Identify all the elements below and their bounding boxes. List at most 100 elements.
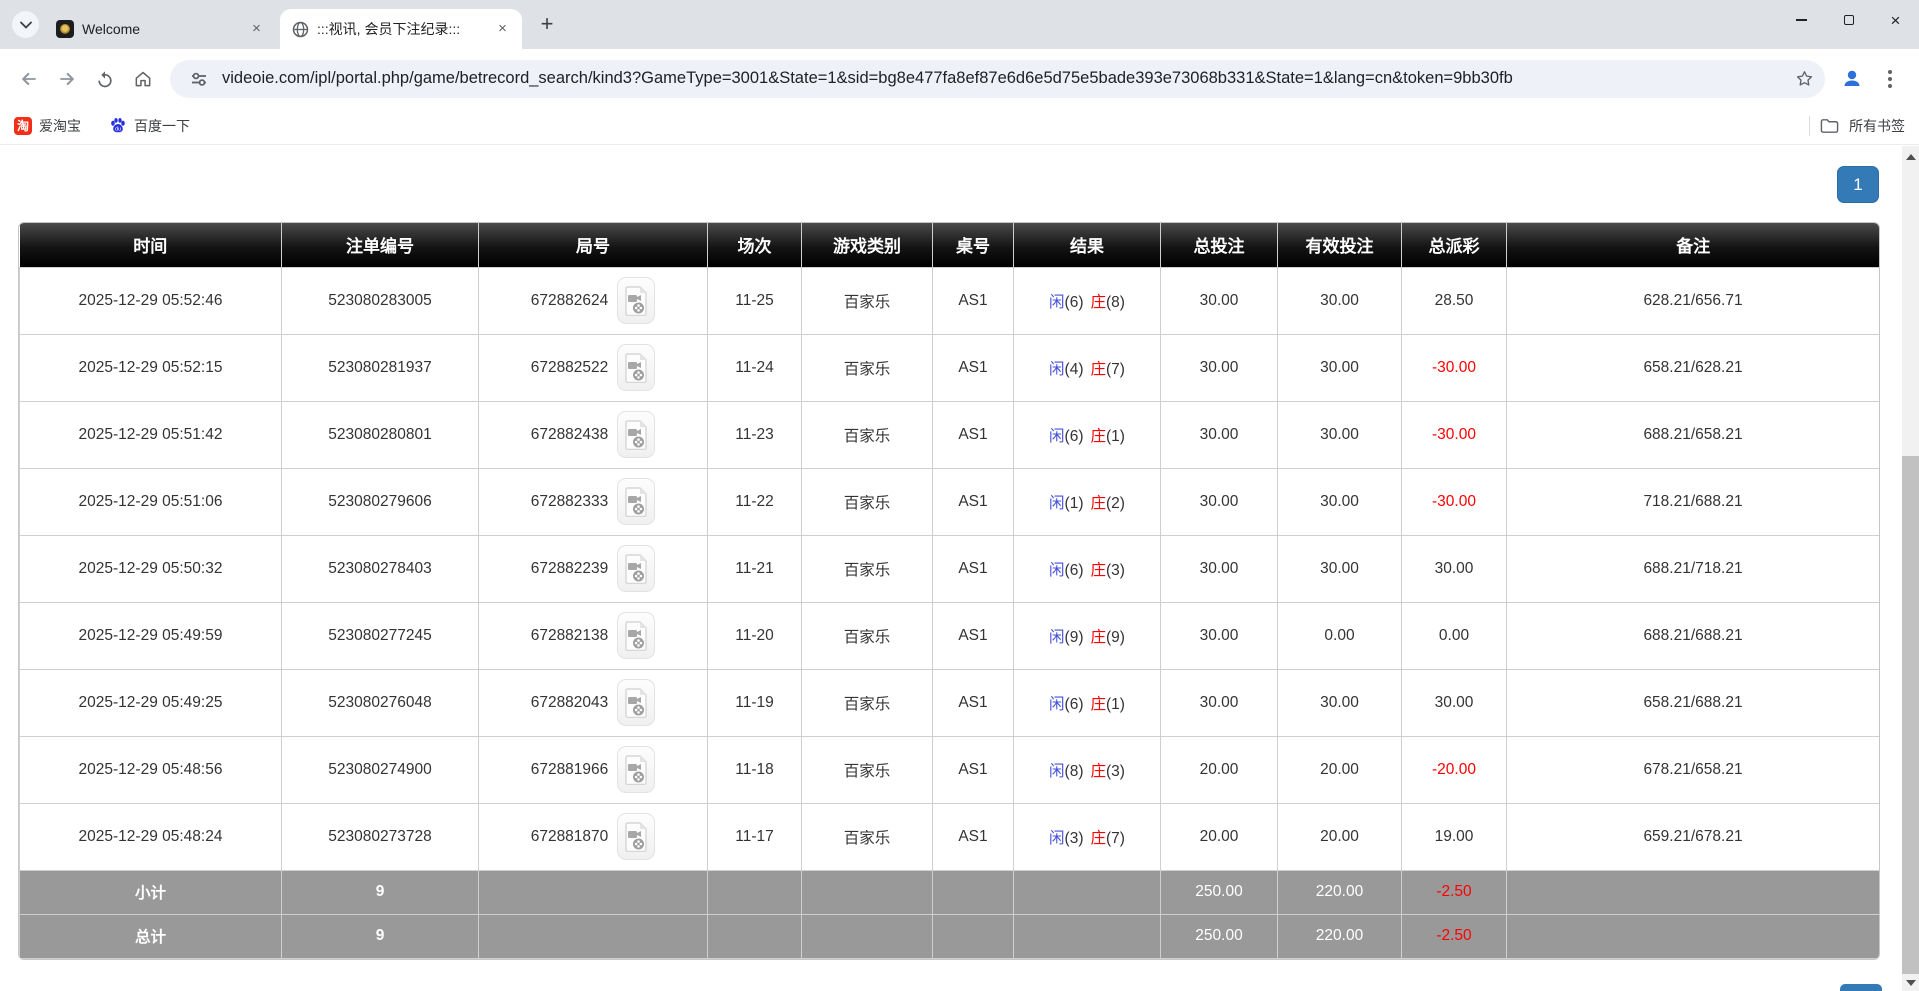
forward-button[interactable]	[48, 60, 86, 98]
session-number: 11-24	[708, 334, 802, 401]
reload-button[interactable]	[86, 60, 124, 98]
valid-bet: 30.00	[1278, 401, 1402, 468]
table-number: AS1	[933, 669, 1014, 736]
scrollbar-thumb[interactable]	[1902, 456, 1919, 974]
minimize-icon	[1796, 19, 1807, 21]
remark: 658.21/688.21	[1507, 669, 1880, 736]
new-tab-button[interactable]: +	[534, 12, 560, 38]
result-banker-points: (7)	[1106, 830, 1125, 847]
table-summary: 小计 9 250.00 220.00 -2.50 总计 9	[20, 870, 1880, 958]
tab-title: Welcome	[82, 21, 239, 37]
minimize-button[interactable]	[1778, 0, 1825, 40]
result-player-points: (6)	[1065, 696, 1084, 713]
video-replay-button[interactable]	[617, 612, 655, 659]
total-bet: 30.00	[1161, 602, 1278, 669]
url-text[interactable]: videoie.com/ipl/portal.php/game/betrecor…	[222, 69, 1779, 88]
video-replay-button[interactable]	[617, 411, 655, 458]
result-player-points: (6)	[1065, 428, 1084, 445]
result-player-points: (9)	[1065, 629, 1084, 646]
tab-betrecord[interactable]: :::视讯, 会员下注纪录::: ×	[280, 9, 522, 49]
payout: -30.00	[1402, 468, 1507, 535]
result-banker: 庄	[1091, 562, 1107, 579]
result-cell: 闲(9)庄(9)	[1014, 602, 1161, 669]
bookmarks-right: 所有书签	[1809, 116, 1905, 136]
vertical-scrollbar[interactable]	[1902, 146, 1919, 991]
home-button[interactable]	[124, 60, 162, 98]
back-button[interactable]	[10, 60, 48, 98]
session-number: 11-25	[708, 267, 802, 334]
video-replay-button[interactable]	[617, 813, 655, 860]
game-type: 百家乐	[802, 267, 933, 334]
tab-strip: Welcome × :::视讯, 会员下注纪录::: × + ×	[0, 0, 1919, 49]
round-cell: 672882138	[479, 602, 708, 669]
result-cell: 闲(1)庄(2)	[1014, 468, 1161, 535]
payout: -30.00	[1402, 334, 1507, 401]
site-settings-button[interactable]	[184, 64, 214, 94]
close-window-button[interactable]: ×	[1872, 0, 1919, 40]
tab-title: :::视讯, 会员下注纪录:::	[317, 19, 485, 39]
total-bet: 30.00	[1161, 468, 1278, 535]
bet-time: 2025-12-29 05:51:06	[20, 468, 282, 535]
tab-search-button[interactable]	[12, 11, 39, 38]
session-number: 11-18	[708, 736, 802, 803]
video-replay-button[interactable]	[617, 277, 655, 324]
total-bet: 30.00	[1161, 334, 1278, 401]
scroll-up-button[interactable]	[1902, 148, 1919, 165]
video-replay-button[interactable]	[617, 478, 655, 525]
column-header: 游戏类别	[802, 223, 933, 267]
round-number: 672882624	[531, 292, 609, 310]
round-cell: 672882522	[479, 334, 708, 401]
video-replay-button[interactable]	[617, 679, 655, 726]
session-number: 11-23	[708, 401, 802, 468]
video-file-icon	[624, 487, 648, 517]
valid-bet: 30.00	[1278, 669, 1402, 736]
tab-welcome[interactable]: Welcome ×	[44, 9, 276, 49]
star-icon	[1795, 69, 1814, 88]
result-cell: 闲(6)庄(3)	[1014, 535, 1161, 602]
bet-number: 523080276048	[282, 669, 479, 736]
video-replay-button[interactable]	[617, 545, 655, 592]
subtotal-valid-bet: 220.00	[1278, 870, 1402, 914]
table-number: AS1	[933, 468, 1014, 535]
video-file-icon	[624, 755, 648, 785]
bet-time: 2025-12-29 05:49:59	[20, 602, 282, 669]
video-replay-button[interactable]	[617, 746, 655, 793]
maximize-button[interactable]	[1825, 0, 1872, 40]
result-banker-points: (3)	[1106, 562, 1125, 579]
all-bookmarks-label[interactable]: 所有书签	[1849, 116, 1905, 136]
result-banker-points: (9)	[1106, 629, 1125, 646]
result-player: 闲	[1049, 763, 1065, 780]
taobao-icon: 淘	[14, 117, 32, 135]
bet-number: 523080279606	[282, 468, 479, 535]
video-replay-button[interactable]	[617, 344, 655, 391]
tune-icon	[190, 70, 208, 88]
column-header: 结果	[1014, 223, 1161, 267]
result-player: 闲	[1049, 361, 1065, 378]
round-number: 672881870	[531, 828, 609, 846]
total-bet: 30.00	[1161, 669, 1278, 736]
total-payout: -2.50	[1402, 914, 1507, 958]
result-banker: 庄	[1091, 629, 1107, 646]
table-number: AS1	[933, 535, 1014, 602]
address-bar[interactable]: videoie.com/ipl/portal.php/game/betrecor…	[170, 60, 1825, 98]
bookmark-taobao[interactable]: 淘 爱淘宝	[14, 116, 81, 136]
pagination-bottom-partial[interactable]	[1840, 984, 1882, 991]
tab-close-icon[interactable]: ×	[247, 20, 266, 39]
result-cell: 闲(6)庄(8)	[1014, 267, 1161, 334]
total-bet: 20.00	[1161, 736, 1278, 803]
browser-menu-button[interactable]	[1871, 60, 1909, 98]
result-player: 闲	[1049, 294, 1065, 311]
bookmark-star-button[interactable]	[1789, 64, 1819, 94]
scroll-down-button[interactable]	[1902, 974, 1919, 991]
tab-close-icon[interactable]: ×	[493, 20, 512, 39]
remark: 718.21/688.21	[1507, 468, 1880, 535]
valid-bet: 20.00	[1278, 803, 1402, 870]
session-number: 11-17	[708, 803, 802, 870]
session-number: 11-20	[708, 602, 802, 669]
result-player-points: (6)	[1065, 562, 1084, 579]
bookmark-baidu[interactable]: du 百度一下	[109, 116, 190, 136]
pagination-page-1-button[interactable]: 1	[1837, 166, 1879, 203]
result-banker-points: (1)	[1106, 696, 1125, 713]
result-player: 闲	[1049, 696, 1065, 713]
profile-button[interactable]	[1833, 60, 1871, 98]
